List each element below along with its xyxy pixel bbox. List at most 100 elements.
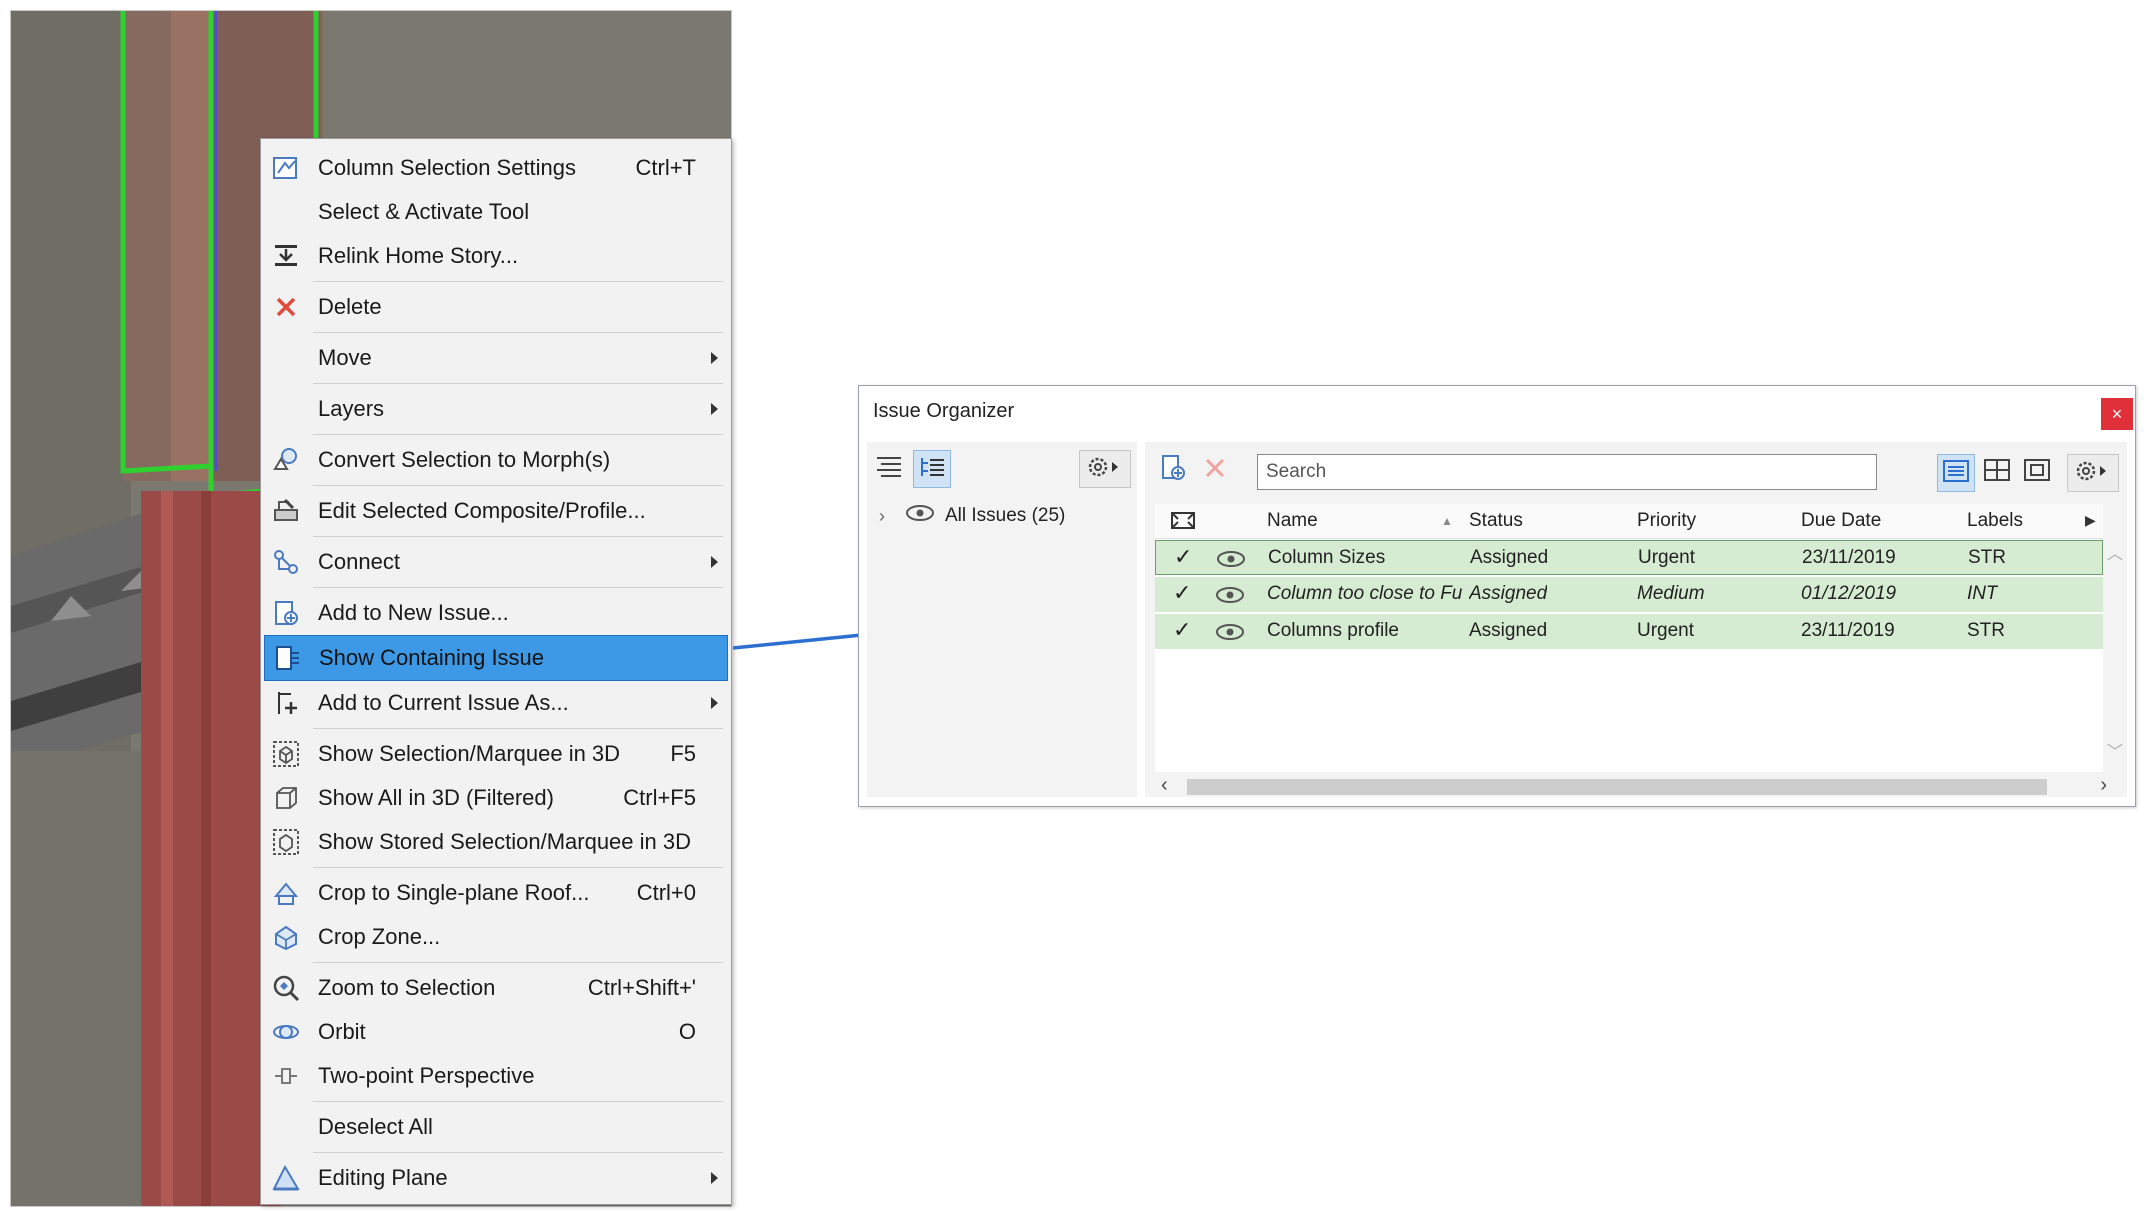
- chevron-right-icon[interactable]: ›: [879, 506, 897, 527]
- tree-item-all-issues[interactable]: › All Issues (25): [879, 504, 1065, 528]
- table-row[interactable]: ✓ Columns profile Assigned Urgent 23/11/…: [1155, 614, 2103, 649]
- menu-item-add-to-current-issue[interactable]: Add to Current Issue As...: [264, 681, 728, 725]
- scroll-left-icon[interactable]: ‹: [1161, 774, 1168, 797]
- grid-view-icon: [1983, 458, 2011, 487]
- editing-plane-icon: [270, 1162, 302, 1194]
- column-settings-icon: [270, 152, 302, 184]
- add-new-issue-icon: [270, 597, 302, 629]
- tree-view-button[interactable]: [913, 450, 951, 488]
- orbit-icon: [270, 1016, 302, 1048]
- menu-item-zoom-to-selection[interactable]: Zoom to Selection Ctrl+Shift+': [264, 966, 728, 1010]
- menu-separator: [313, 587, 723, 588]
- column-header-status[interactable]: Status: [1469, 510, 1523, 532]
- issue-due-date: 01/12/2019: [1801, 583, 1897, 604]
- menu-item-layers[interactable]: Layers: [264, 387, 728, 431]
- issue-tree-panel: › All Issues (25): [867, 442, 1137, 797]
- delete-icon: [1202, 455, 1228, 486]
- submenu-arrow-icon: [711, 1172, 718, 1184]
- menu-separator: [313, 962, 723, 963]
- menu-item-editing-plane[interactable]: Editing Plane: [264, 1156, 728, 1200]
- issue-priority: Urgent: [1638, 547, 1696, 568]
- menu-item-select-activate-tool[interactable]: Select & Activate Tool: [264, 190, 728, 234]
- search-input[interactable]: [1257, 454, 1877, 490]
- issue-name: Columns profile: [1267, 620, 1399, 641]
- morph-icon: [270, 444, 302, 476]
- zoom-selection-icon: [270, 972, 302, 1004]
- menu-item-two-point-perspective[interactable]: Two-point Perspective: [264, 1054, 728, 1098]
- preview-view-button[interactable]: [2019, 454, 2055, 490]
- menu-item-crop-single-plane-roof[interactable]: Crop to Single-plane Roof... Ctrl+0: [264, 871, 728, 915]
- menu-item-column-selection-settings[interactable]: Column Selection Settings Ctrl+T: [264, 146, 728, 190]
- menu-separator: [313, 281, 723, 282]
- relink-story-icon: [270, 240, 302, 272]
- table-row[interactable]: ✓ Column Sizes Assigned Urgent 23/11/201…: [1155, 540, 2103, 575]
- column-select-header-icon[interactable]: [1169, 508, 1197, 538]
- issue-status: Assigned: [1469, 583, 1548, 604]
- menu-item-orbit[interactable]: Orbit O: [264, 1010, 728, 1054]
- issue-name: Column too close to Fu: [1267, 583, 1463, 604]
- gear-icon: [2073, 458, 2113, 489]
- table-row[interactable]: ✓ Column too close to Fu Assigned Medium…: [1155, 577, 2103, 612]
- menu-item-crop-zone[interactable]: Crop Zone...: [264, 915, 728, 959]
- scroll-up-icon[interactable]: ︿: [2107, 540, 2123, 564]
- scrollbar-thumb[interactable]: [1187, 779, 2047, 795]
- scroll-down-icon[interactable]: ﹀: [2107, 738, 2123, 762]
- menu-item-move[interactable]: Move: [264, 336, 728, 380]
- composite-profile-icon: [270, 495, 302, 527]
- check-icon[interactable]: ✓: [1173, 617, 1191, 643]
- issue-label: STR: [1967, 620, 2005, 641]
- grid-view-button[interactable]: [1979, 454, 2015, 490]
- column-header-priority[interactable]: Priority: [1637, 510, 1696, 532]
- menu-item-show-stored-selection-3d[interactable]: Show Stored Selection/Marquee in 3D: [264, 820, 728, 864]
- check-icon[interactable]: ✓: [1174, 544, 1192, 570]
- issue-label: STR: [1968, 547, 2006, 568]
- check-icon[interactable]: ✓: [1173, 580, 1191, 606]
- submenu-arrow-icon: [711, 403, 718, 415]
- delete-issue-button[interactable]: [1197, 452, 1233, 488]
- context-menu: Column Selection Settings Ctrl+T Select …: [260, 138, 732, 1205]
- column-header-due-date[interactable]: Due Date: [1801, 510, 1881, 532]
- new-issue-button[interactable]: [1155, 452, 1191, 488]
- menu-item-deselect-all[interactable]: Deselect All: [264, 1105, 728, 1149]
- issue-due-date: 23/11/2019: [1801, 620, 1895, 641]
- menu-item-connect[interactable]: Connect: [264, 540, 728, 584]
- menu-item-delete[interactable]: Delete: [264, 285, 728, 329]
- menu-item-show-all-3d[interactable]: Show All in 3D (Filtered) Ctrl+F5: [264, 776, 728, 820]
- close-button[interactable]: ×: [2101, 398, 2133, 430]
- menu-separator: [313, 728, 723, 729]
- menu-separator: [313, 434, 723, 435]
- window-title: Issue Organizer: [873, 400, 1015, 422]
- issue-name: Column Sizes: [1268, 547, 1386, 568]
- list-view-button[interactable]: [1937, 454, 1975, 492]
- eye-icon[interactable]: [905, 504, 935, 528]
- menu-item-relink-home-story[interactable]: Relink Home Story...: [264, 234, 728, 278]
- eye-icon[interactable]: [1216, 550, 1246, 574]
- menu-item-edit-composite-profile[interactable]: Edit Selected Composite/Profile...: [264, 489, 728, 533]
- column-header-name[interactable]: Name: [1267, 510, 1318, 532]
- scroll-right-icon[interactable]: ›: [2100, 774, 2107, 797]
- column-header-labels[interactable]: Labels: [1967, 510, 2023, 532]
- horizontal-scrollbar[interactable]: ‹ ›: [1155, 774, 2107, 797]
- submenu-arrow-icon: [711, 697, 718, 709]
- issues-table: Name ▲ Status Priority Due Date Labels ▶…: [1155, 504, 2123, 772]
- eye-icon[interactable]: [1215, 586, 1245, 610]
- menu-item-show-containing-issue[interactable]: Show Containing Issue: [264, 635, 728, 681]
- sort-ascending-icon: ▲: [1441, 514, 1453, 528]
- submenu-arrow-icon: [711, 352, 718, 364]
- issue-status: Assigned: [1469, 620, 1548, 641]
- table-header: Name ▲ Status Priority Due Date Labels ▶: [1155, 504, 2103, 539]
- scroll-right-header-icon[interactable]: ▶: [2085, 512, 2096, 529]
- list-options-button[interactable]: [2067, 454, 2119, 492]
- eye-icon[interactable]: [1215, 623, 1245, 647]
- menu-separator: [313, 332, 723, 333]
- issue-organizer-window: Issue Organizer × › All Issues (25) Sear…: [858, 385, 2136, 807]
- flat-list-view-button[interactable]: [871, 450, 907, 486]
- menu-item-add-to-new-issue[interactable]: Add to New Issue...: [264, 591, 728, 635]
- menu-item-convert-to-morph[interactable]: Convert Selection to Morph(s): [264, 438, 728, 482]
- menu-item-show-selection-3d[interactable]: Show Selection/Marquee in 3D F5: [264, 732, 728, 776]
- issue-list-panel: Name ▲ Status Priority Due Date Labels ▶…: [1145, 442, 2127, 797]
- tree-options-button[interactable]: [1079, 450, 1131, 488]
- issue-priority: Medium: [1637, 583, 1705, 604]
- preview-view-icon: [2023, 458, 2051, 487]
- menu-separator: [313, 867, 723, 868]
